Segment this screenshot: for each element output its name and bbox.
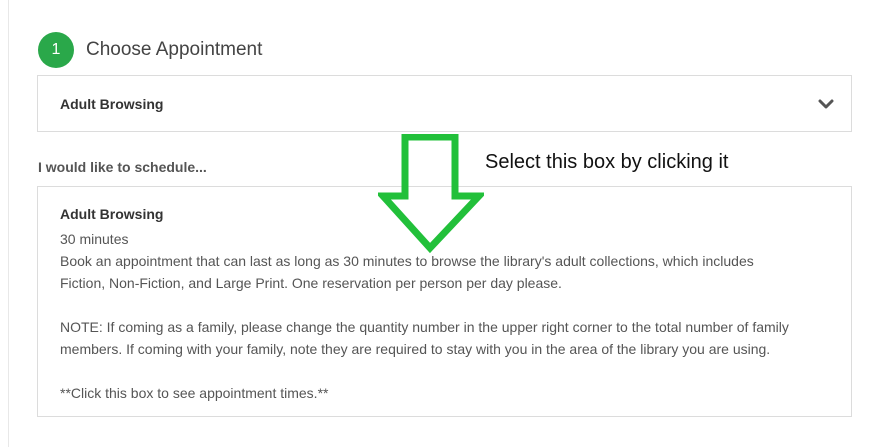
- appointment-card-title: Adult Browsing: [60, 206, 164, 222]
- appointment-card[interactable]: Adult Browsing 30 minutes Book an appoin…: [37, 186, 852, 417]
- step-title: Choose Appointment: [86, 39, 263, 60]
- step-header: 1 Choose Appointment: [38, 32, 262, 68]
- appointment-card-duration: 30 minutes: [60, 231, 129, 247]
- step-number-badge: 1: [38, 32, 74, 68]
- appointment-card-description-line-1: Book an appointment that can last as lon…: [60, 253, 754, 269]
- left-divider: [8, 0, 9, 447]
- appointment-card-description-line-2: Fiction, Non-Fiction, and Large Print. O…: [60, 275, 562, 291]
- schedule-label: I would like to schedule...: [38, 159, 207, 175]
- appointment-card-note-line-2: members. If coming with your family, not…: [60, 341, 771, 357]
- chevron-down-icon[interactable]: [817, 95, 835, 113]
- appointment-type-selected-value: Adult Browsing: [60, 95, 164, 112]
- appointment-card-cta: **Click this box to see appointment time…: [60, 385, 329, 401]
- appointment-type-select[interactable]: Adult Browsing: [37, 75, 852, 132]
- appointment-card-note-line-1: NOTE: If coming as a family, please chan…: [60, 319, 789, 335]
- annotation-instruction: Select this box by clicking it: [485, 151, 729, 173]
